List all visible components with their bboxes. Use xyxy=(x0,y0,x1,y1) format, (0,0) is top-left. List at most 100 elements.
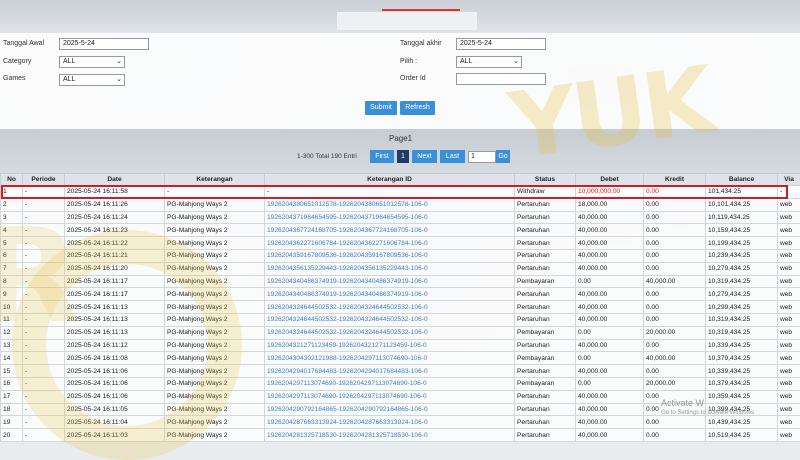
table-cell: web xyxy=(778,416,800,429)
table-cell: 10,339,434.25 xyxy=(706,339,778,352)
table-cell: 0.00 xyxy=(576,352,644,365)
table-cell: 0.00 xyxy=(644,224,706,237)
refresh-button[interactable]: Refresh xyxy=(400,101,435,115)
table-cell: 40,000.00 xyxy=(576,365,644,378)
table-cell: Pertaruhan xyxy=(515,339,576,352)
table-cell: 10,339,434.25 xyxy=(706,365,778,378)
table-cell: 10,359,434.25 xyxy=(706,390,778,403)
table-cell[interactable]: 1926204359167809536-1926204359167809536-… xyxy=(265,249,515,262)
table-cell: 20,000.00 xyxy=(644,326,706,339)
table-cell: 10,319,434.25 xyxy=(706,326,778,339)
table-cell[interactable]: 1926204367724168705-1926204367724168705-… xyxy=(265,224,515,237)
table-row: 2-2025-05-24 16:11:26PG-Mahjong Ways 219… xyxy=(1,198,800,211)
table-cell: 10,379,434.25 xyxy=(706,352,778,365)
table-cell[interactable]: 1926204362271606784-1926204362271606784-… xyxy=(265,237,515,250)
table-cell: 18,000.00 xyxy=(576,198,644,211)
table-cell[interactable]: 1926204356135229443-1926204356135229443-… xyxy=(265,262,515,275)
go-button[interactable]: Go xyxy=(496,150,510,163)
column-header: Balance xyxy=(706,174,778,186)
table-row: 3-2025-05-24 16:11:24PG-Mahjong Ways 219… xyxy=(1,211,800,224)
column-header: Kredit xyxy=(644,174,706,186)
tanggal-akhir-input[interactable]: 2025-5-24 xyxy=(456,38,546,50)
pilih-select[interactable]: ALL ⌄ xyxy=(456,56,522,68)
table-cell[interactable]: 1926204304302121988-1926204297113074690-… xyxy=(265,352,515,365)
table-cell: web xyxy=(778,339,800,352)
table-cell: Pertaruhan xyxy=(515,365,576,378)
tanggal-akhir-label: Tanggal akhir xyxy=(400,40,442,47)
table-cell: web xyxy=(778,313,800,326)
category-select-value: ALL xyxy=(63,58,75,65)
table-cell: 40,000.00 xyxy=(576,403,644,416)
table-cell: web xyxy=(778,262,800,275)
tanggal-awal-input[interactable]: 2025-5-24 xyxy=(59,38,149,50)
table-cell: 0.00 xyxy=(644,313,706,326)
table-cell: 40,000.00 xyxy=(576,416,644,429)
table-cell: web xyxy=(778,365,800,378)
current-page-button[interactable]: 1 xyxy=(397,150,409,163)
table-cell: 0.00 xyxy=(644,301,706,314)
table-cell[interactable]: 1926204324644502532-1926204324644502532-… xyxy=(265,326,515,339)
table-cell: Pertaruhan xyxy=(515,237,576,250)
table-cell: web xyxy=(778,275,800,288)
games-label: Games xyxy=(3,75,26,82)
table-cell: 0.00 xyxy=(644,339,706,352)
table-cell: Pertaruhan xyxy=(515,211,576,224)
games-select-value: ALL xyxy=(63,76,75,83)
table-cell: 40,000.00 xyxy=(644,352,706,365)
table-cell[interactable]: 1926204380651012578-1926204380651012578-… xyxy=(265,198,515,211)
table-cell: Pertaruhan xyxy=(515,249,576,262)
table-cell: 40,000.00 xyxy=(576,237,644,250)
chevron-down-icon: ⌄ xyxy=(116,57,122,67)
first-page-button[interactable]: First xyxy=(370,150,394,163)
table-cell: 40,000.00 xyxy=(576,313,644,326)
table-cell: web xyxy=(778,429,800,442)
table-cell: 10,279,434.25 xyxy=(706,288,778,301)
table-cell: Pertaruhan xyxy=(515,262,576,275)
table-cell: web xyxy=(778,211,800,224)
last-page-button[interactable]: Last xyxy=(440,150,465,163)
table-cell[interactable]: 1926204324644502532-1926204324644502532-… xyxy=(265,301,515,314)
category-select[interactable]: ALL ⌄ xyxy=(59,56,125,68)
table-cell: 40,000.00 xyxy=(576,224,644,237)
table-cell[interactable]: 1926204297113074690-1926204297113074690-… xyxy=(265,377,515,390)
header-red-mark xyxy=(382,9,460,15)
table-cell: 40,000.00 xyxy=(576,249,644,262)
table-cell: 0.00 xyxy=(644,416,706,429)
table-cell: Pertaruhan xyxy=(515,429,576,442)
table-cell: 40,000.00 xyxy=(576,211,644,224)
chevron-down-icon: ⌄ xyxy=(513,57,519,67)
table-cell[interactable]: 1926204297113074690-1926204297113074690-… xyxy=(265,390,515,403)
next-page-button[interactable]: Next xyxy=(412,150,437,163)
table-cell[interactable]: 1926204287663313924-1926204287663313924-… xyxy=(265,416,515,429)
games-select[interactable]: ALL ⌄ xyxy=(59,74,125,86)
table-cell: web xyxy=(778,237,800,250)
table-cell[interactable]: 1926204294017684483-1926204294017684483-… xyxy=(265,365,515,378)
table-cell: Pertaruhan xyxy=(515,390,576,403)
table-cell[interactable]: 1926204324644502532-1926204324644502532-… xyxy=(265,313,515,326)
submit-button[interactable]: Submit xyxy=(365,101,397,115)
table-cell: web xyxy=(778,390,800,403)
table-cell[interactable]: 1926204340486374919-1926204340486374919-… xyxy=(265,275,515,288)
column-header: Debet xyxy=(576,174,644,186)
table-cell: web xyxy=(778,403,800,416)
table-cell: web xyxy=(778,288,800,301)
table-cell: Pertaruhan xyxy=(515,224,576,237)
table-cell: 20,000.00 xyxy=(644,377,706,390)
table-cell: 40,000.00 xyxy=(576,390,644,403)
table-cell[interactable]: 1926204281325718530-1926204281325718530-… xyxy=(265,429,515,442)
watermark-logo-circle xyxy=(12,230,242,460)
table-cell: 40,000.00 xyxy=(576,339,644,352)
table-cell: 20 xyxy=(1,429,23,442)
column-header: No xyxy=(1,174,23,186)
table-cell: Pertaruhan xyxy=(515,198,576,211)
table-cell[interactable]: 1926204290792164865-1926204290792164865-… xyxy=(265,403,515,416)
table-cell: web xyxy=(778,249,800,262)
page-number-input[interactable]: 1 xyxy=(468,151,496,163)
table-cell[interactable]: 1926204371964654595-1926204371964654595-… xyxy=(265,211,515,224)
pilih-label: Pilih : xyxy=(400,58,417,65)
table-cell: 0.00 xyxy=(644,237,706,250)
table-cell: 10,159,434.25 xyxy=(706,224,778,237)
table-cell: 10,519,434.25 xyxy=(706,429,778,442)
table-cell[interactable]: 1926204321271123459-1926204321271123459-… xyxy=(265,339,515,352)
table-cell[interactable]: 1926204340486374919-1926204340486374919-… xyxy=(265,288,515,301)
